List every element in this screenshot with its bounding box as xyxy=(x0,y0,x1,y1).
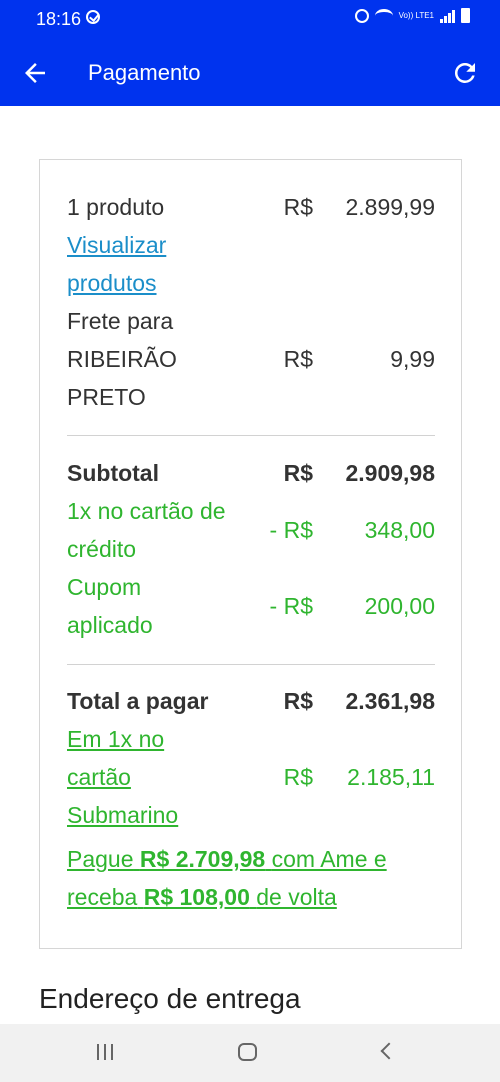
card-discount-row: 1x no cartão de crédito - R$ 348,00 xyxy=(67,492,435,568)
subtotal-amount: 2.909,98 xyxy=(345,460,435,486)
system-back-button[interactable] xyxy=(380,1042,398,1060)
subtotal-label: Subtotal xyxy=(67,460,159,486)
back-button[interactable] xyxy=(20,58,50,88)
ame-receive-line[interactable]: receba R$ 108,00 de volta xyxy=(67,878,447,916)
submarino-currency: R$ xyxy=(283,764,313,790)
ame-cashback-link[interactable]: Pague R$ 2.709,98 com Ame e receba R$ 10… xyxy=(67,840,447,916)
products-label: 1 produto xyxy=(67,194,165,220)
submarino-card-link[interactable]: Em 1x no cartão Submarino xyxy=(67,720,267,834)
subtotal-row: Subtotal R$ 2.909,98 xyxy=(67,454,435,492)
card-discount-amount: 348,00 xyxy=(364,517,435,543)
shipping-line1: Frete para xyxy=(67,308,174,334)
battery-icon xyxy=(461,8,470,23)
submarino-card-row[interactable]: Em 1x no cartão Submarino R$ 2.185,11 xyxy=(67,720,435,834)
ame-receive-prefix[interactable]: receba xyxy=(67,884,137,910)
ame-pay-amount[interactable]: R$ 2.709,98 xyxy=(140,846,265,872)
arrow-left-icon xyxy=(25,63,45,83)
total-amount: 2.361,98 xyxy=(345,688,435,714)
shipping-line2: RIBEIRÃO xyxy=(67,346,177,372)
products-currency: R$ xyxy=(283,194,313,220)
volte-label: Vo)) LTE1 xyxy=(398,11,434,20)
status-time: 18:16 xyxy=(36,9,82,29)
system-nav-bar xyxy=(0,1024,500,1082)
coupon-label: Cupom aplicado xyxy=(67,568,267,644)
view-products-line2[interactable]: produtos xyxy=(67,264,267,302)
view-products-link[interactable]: Visualizar produtos xyxy=(67,226,435,302)
coupon-row: Cupom aplicado - R$ 200,00 xyxy=(67,568,435,644)
order-summary-card: 1 produto R$ 2.899,99 Visualizar produto… xyxy=(39,159,462,949)
card-discount-currency: - R$ xyxy=(269,517,313,543)
refresh-button[interactable] xyxy=(450,58,480,88)
products-amount: 2.899,99 xyxy=(345,194,435,220)
wifi-icon xyxy=(374,8,393,23)
refresh-icon xyxy=(454,62,475,83)
coupon-amount: 200,00 xyxy=(364,593,435,619)
total-currency: R$ xyxy=(283,688,313,714)
card-discount-label: 1x no cartão de crédito xyxy=(67,492,277,568)
coupon-line1: Cupom xyxy=(67,574,142,600)
delivery-address-title: Endereço de entrega xyxy=(39,983,301,1014)
submarino-line2[interactable]: cartão xyxy=(67,758,267,796)
submarino-line1[interactable]: Em 1x no xyxy=(67,720,267,758)
signal-icon xyxy=(440,9,455,23)
alarm-icon xyxy=(354,8,369,23)
status-icons: Vo)) LTE1 xyxy=(354,8,470,23)
card-discount-line2: crédito xyxy=(67,536,137,562)
ame-receive-amount[interactable]: R$ 108,00 xyxy=(144,884,250,910)
recent-apps-button[interactable] xyxy=(97,1044,113,1060)
divider xyxy=(67,435,435,436)
view-products-link-text[interactable]: Visualizar produtos xyxy=(67,226,267,302)
card-discount-line1: 1x no cartão de xyxy=(67,498,226,524)
ame-pay-line[interactable]: Pague R$ 2.709,98 com Ame e xyxy=(67,840,447,878)
submarino-line3[interactable]: Submarino xyxy=(67,796,267,834)
products-row: 1 produto R$ 2.899,99 xyxy=(67,188,435,226)
coupon-currency: - R$ xyxy=(269,593,313,619)
page-title: Pagamento xyxy=(88,60,201,85)
home-button[interactable] xyxy=(238,1043,257,1061)
ame-receive-suffix[interactable]: de volta xyxy=(256,884,337,910)
shipping-line3: PRETO xyxy=(67,384,146,410)
app-bar: Pagamento xyxy=(0,38,500,106)
shipping-currency: R$ xyxy=(283,346,313,372)
coupon-line2: aplicado xyxy=(67,612,153,638)
status-bar: 18:16 Vo)) LTE1 xyxy=(0,0,500,38)
shipping-label: Frete para RIBEIRÃO PRETO xyxy=(67,302,267,416)
subtotal-currency: R$ xyxy=(283,460,313,486)
total-row: Total a pagar R$ 2.361,98 xyxy=(67,682,435,720)
ame-pay-suffix[interactable]: com Ame e xyxy=(272,846,387,872)
submarino-amount: 2.185,11 xyxy=(347,764,435,790)
total-label: Total a pagar xyxy=(67,688,209,714)
divider xyxy=(67,664,435,665)
view-products-line1[interactable]: Visualizar xyxy=(67,226,267,264)
shipping-row: Frete para RIBEIRÃO PRETO R$ 9,99 xyxy=(67,302,435,416)
sync-icon xyxy=(86,10,100,24)
shipping-amount: 9,99 xyxy=(390,346,435,372)
ame-pay-prefix[interactable]: Pague xyxy=(67,846,134,872)
